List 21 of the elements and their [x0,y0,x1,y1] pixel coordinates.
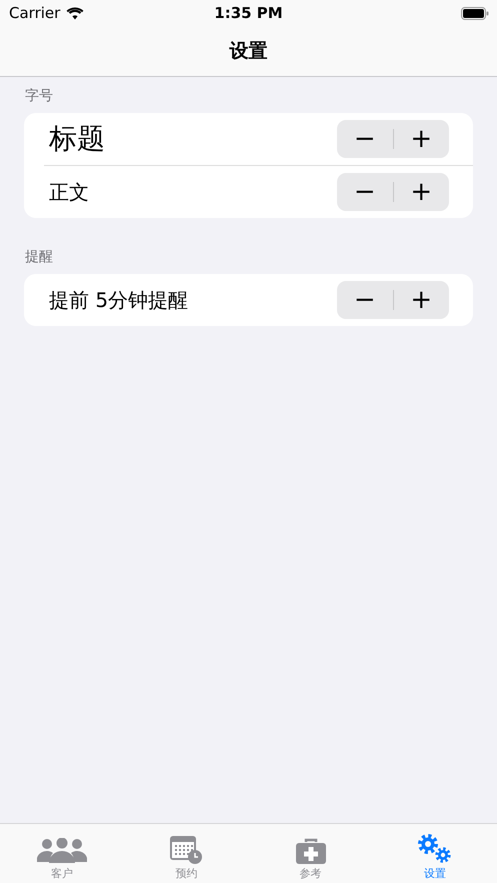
decrement-button[interactable]: − [337,173,392,211]
increment-button[interactable]: + [394,173,449,211]
row-label: 提前 5分钟提醒 [49,286,188,314]
calendar-icon [170,836,202,864]
wifi-icon [66,6,84,20]
row-label: 标题 [49,121,105,157]
row-label: 正文 [49,178,89,206]
carrier-label: Carrier [9,4,60,22]
section-header: 提醒 [24,248,54,267]
tab-item[interactable]: 设置 [372,824,497,883]
people-icon [37,838,88,864]
section-header: 字号 [24,87,54,106]
nav-title: 设置 [230,39,268,64]
gears-icon [416,834,453,864]
increment-button[interactable]: + [394,281,449,319]
decrement-button[interactable]: − [337,120,392,158]
decrement-button[interactable]: − [337,281,392,319]
battery-icon [461,6,489,20]
increment-button[interactable]: + [394,120,449,158]
status-time: 1:35 PM [214,4,283,22]
medkit-icon [296,838,326,864]
